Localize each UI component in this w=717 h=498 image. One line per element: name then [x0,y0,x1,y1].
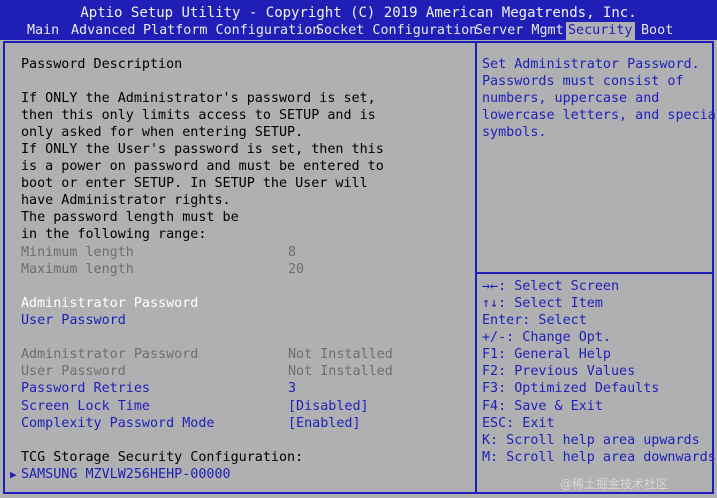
key-hint: F4: Save & Exit [482,399,603,414]
help-text-line: Set Administrator Password. [482,57,700,72]
description-line: If ONLY the User's password is set, then… [21,142,384,157]
password-description-heading: Password Description [21,57,183,72]
user-password-item[interactable]: User Password [21,312,126,329]
tcg-storage-device-item[interactable]: SAMSUNG MZVLW256HEHP-00000 [21,466,231,483]
user-password-status-label: User Password [21,364,126,379]
tab-platform-configuration[interactable]: Platform Configuration [141,22,322,40]
tab-security[interactable]: Security [566,22,635,40]
minimum-length-value: 8 [288,245,297,260]
tab-main[interactable]: Main [25,22,61,40]
admin-password-status-label: Administrator Password [21,347,199,362]
key-hint: ESC: Exit [482,416,555,431]
key-hint: +/-: Change Opt. [482,330,611,345]
help-text-line: numbers, uppercase and [482,91,660,106]
submenu-arrow-icon: ▶ [10,468,17,481]
key-hint: K: Scroll help area upwards [482,433,700,448]
maximum-length-label: Maximum length [21,262,134,277]
key-hint: →←: Select Screen [482,279,620,294]
menu-bar: Main Advanced Platform Configuration Soc… [0,22,717,40]
panel-divider [475,41,477,494]
description-line: have Administrator rights. [21,193,231,208]
description-line: only asked for when entering SETUP. [21,125,304,140]
window-title: Aptio Setup Utility - Copyright (C) 2019… [0,0,717,22]
tab-socket-configuration[interactable]: Socket Configuration [314,22,479,40]
password-retries-label[interactable]: Password Retries [21,380,150,397]
minimum-length-label: Minimum length [21,245,134,260]
watermark: @稀土掘金技术社区 [560,477,669,491]
tab-server-mgmt[interactable]: Server Mgmt [473,22,566,40]
description-line: The password length must be [21,210,239,225]
tcg-storage-heading: TCG Storage Security Configuration: [21,450,304,465]
maximum-length-value: 20 [288,262,305,277]
user-password-status-value: Not Installed [288,364,393,379]
key-hint: M: Scroll help area downwards [482,450,716,465]
admin-password-status-value: Not Installed [288,347,393,362]
complexity-password-mode-label[interactable]: Complexity Password Mode [21,415,214,432]
screen-lock-time-label[interactable]: Screen Lock Time [21,398,150,415]
help-text-line: lowercase letters, and special [482,108,717,123]
key-hint: F1: General Help [482,347,611,362]
description-line: in the following range: [21,227,207,242]
complexity-password-mode-value[interactable]: [Enabled] [288,415,361,432]
description-line: is a power on password and must be enter… [21,159,384,174]
administrator-password-item[interactable]: Administrator Password [21,295,198,312]
screen-lock-time-value[interactable]: [Disabled] [288,398,369,415]
key-hint: F2: Previous Values [482,364,636,379]
description-line: then this only limits access to SETUP an… [21,108,376,123]
tab-boot[interactable]: Boot [639,22,675,40]
help-text-line: symbols. [482,125,547,140]
key-hint: Enter: Select [482,313,587,328]
description-line: boot or enter SETUP. In SETUP the User w… [21,176,368,191]
description-line: If ONLY the Administrator's password is … [21,91,376,106]
key-hint: ↑↓: Select Item [482,296,603,311]
key-hint: F3: Optimized Defaults [482,381,660,396]
tab-advanced[interactable]: Advanced [69,22,138,40]
password-retries-value[interactable]: 3 [288,380,296,397]
help-text-line: Passwords must consist of [482,74,684,89]
help-divider [477,272,714,274]
